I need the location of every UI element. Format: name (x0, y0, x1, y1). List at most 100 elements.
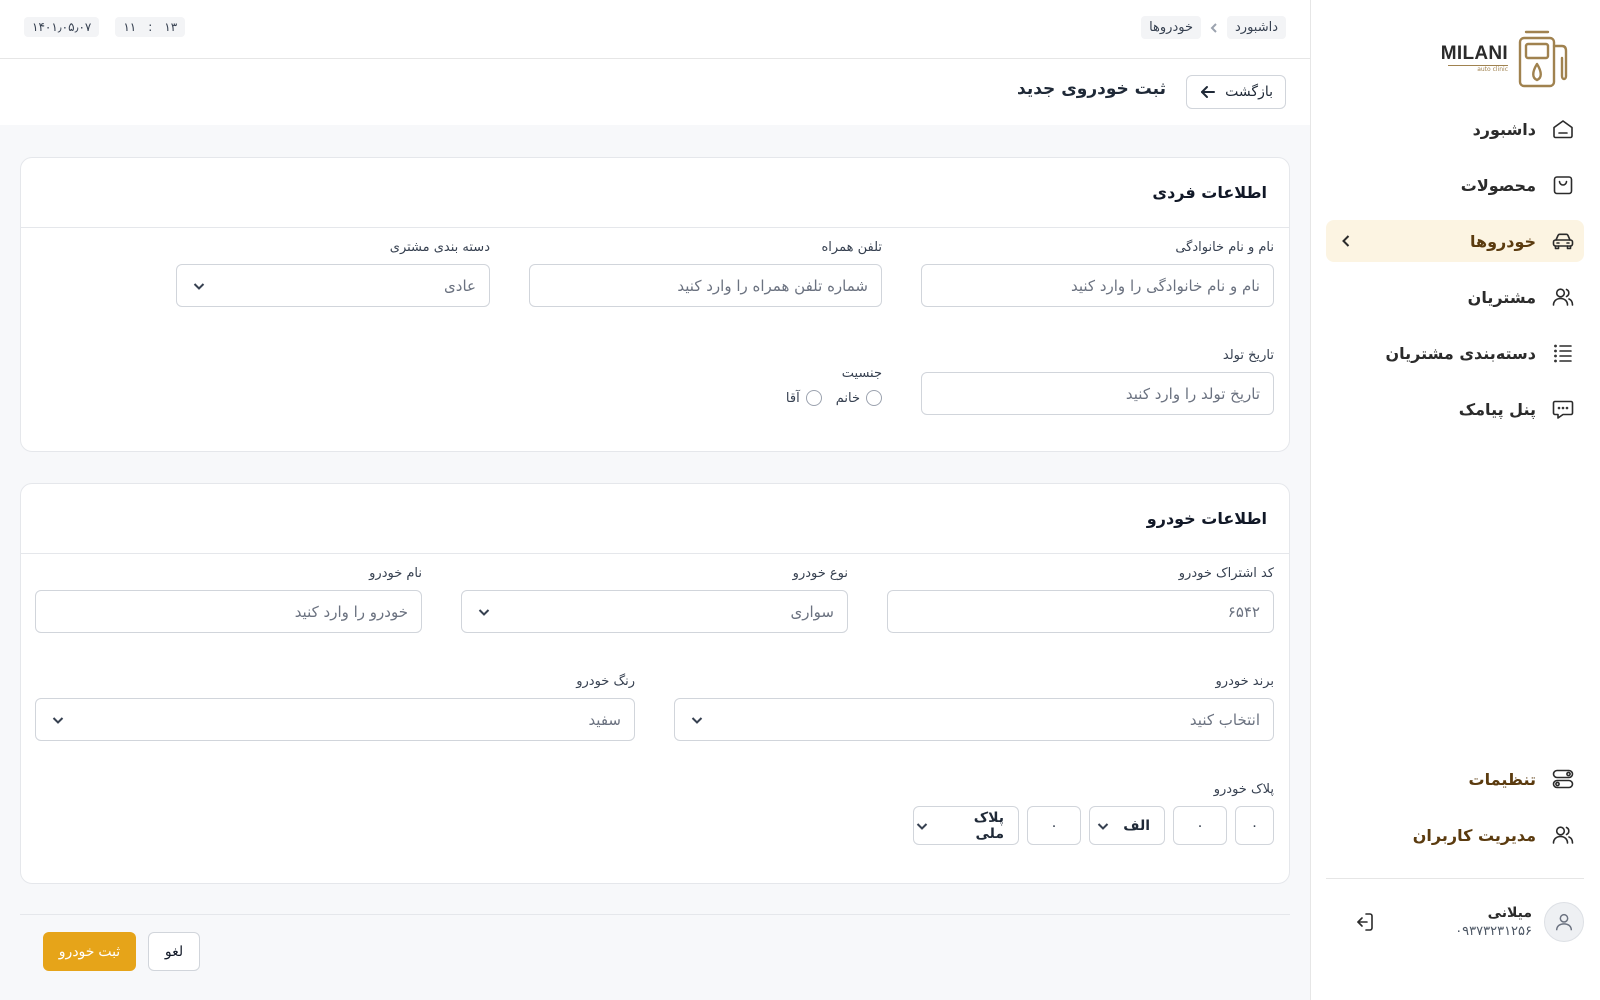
sidebar-item-label: مشتریان (1467, 287, 1536, 307)
gender-male-label: آقا (785, 390, 800, 406)
time-separator: : (148, 20, 153, 34)
plate-type-select[interactable]: پلاک ملی (913, 806, 1019, 845)
share-code-input[interactable]: ۶۵۴۲ (887, 590, 1274, 633)
chevron-down-icon (476, 604, 492, 620)
birth-date-label: تاریخ تولد (1222, 348, 1274, 363)
full-name-label: نام و نام خانوادگی (1175, 240, 1274, 255)
sidebar-item-user-management[interactable]: مدیریت کاربران (1326, 814, 1584, 856)
gender-female-radio[interactable]: خانم (836, 390, 882, 406)
plate-letter-select[interactable]: الف (1089, 806, 1165, 845)
chevron-down-icon (1095, 818, 1111, 834)
vehicle-type-value: سواری (790, 602, 834, 621)
plate-field: پلاک خودرو ۰ ۰ الف ۰ پلاک ملی (894, 782, 1274, 845)
vehicle-type-label: نوع خودرو (792, 566, 848, 581)
customer-category-label: دسته بندی مشتری (389, 240, 490, 255)
time-minute: ۱۱ (123, 20, 137, 34)
sidebar-item-label: تنظیمات (1468, 769, 1536, 789)
vehicle-info-title: اطلاعات خودرو (1146, 509, 1267, 528)
logout-icon[interactable] (1352, 910, 1376, 934)
list-icon (1550, 340, 1576, 366)
sidebar-item-settings[interactable]: تنظیمات (1326, 758, 1584, 800)
car-icon (1550, 228, 1576, 254)
users-icon (1550, 284, 1576, 310)
current-time: ۱۱ : ۱۳ (115, 17, 186, 37)
back-button[interactable]: بازگشت (1186, 75, 1286, 109)
radio-circle (805, 390, 822, 406)
phone-label: تلفن همراه (821, 240, 883, 255)
vehicle-name-input[interactable]: خودرو را وارد کنید (35, 590, 422, 633)
sidebar-item-label: محصولات (1460, 175, 1536, 195)
chevron-down-icon (50, 712, 66, 728)
home-icon (1550, 116, 1576, 142)
full-name-field: نام و نام خانوادگی نام و نام خانوادگی را… (921, 240, 1274, 307)
chevron-left-icon (1336, 231, 1356, 251)
brand-name: MILANI (1440, 43, 1508, 64)
avatar[interactable] (1544, 902, 1584, 942)
cancel-button[interactable]: لغو (148, 932, 200, 971)
sidebar-item-label: خودروها (1469, 231, 1536, 251)
phone-input[interactable]: شماره تلفن همراه را وارد کنید (529, 264, 882, 307)
radio-circle (866, 390, 882, 406)
full-name-input[interactable]: نام و نام خانوادگی را وارد کنید (921, 264, 1274, 307)
sidebar-bottom-nav: تنظیمات مدیریت کاربران (1326, 758, 1584, 870)
page-title: ثبت خودروی جدید (1017, 79, 1166, 99)
chevron-left-icon (1207, 21, 1221, 35)
time-hour: ۱۳ (164, 20, 178, 34)
vehicle-brand-value: انتخاب کنید (1189, 710, 1260, 729)
sidebar-item-label: دسته‌بندی مشتریان (1385, 343, 1536, 363)
clock: ۱۴۰۱٫۰۵٫۰۷ ۱۱ : ۱۳ (24, 17, 186, 37)
vehicle-color-label: رنگ خودرو (576, 674, 635, 689)
vehicle-info-card: اطلاعات خودرو کد اشتراک خودرو ۶۵۴۲ نوع خ… (20, 483, 1290, 884)
birth-date-input[interactable]: تاریخ تولد را وارد کنید (921, 372, 1274, 415)
page-header: بازگشت ثبت خودروی جدید (0, 59, 1310, 125)
footer-divider (20, 914, 1290, 915)
fuel-pump-logo-icon (1518, 30, 1568, 88)
breadcrumb-vehicles[interactable]: خودروها (1141, 16, 1201, 39)
plate-part3-input[interactable]: ۰ (1027, 806, 1081, 845)
sidebar-item-dashboard[interactable]: داشبورد (1326, 108, 1584, 150)
brand-logo[interactable]: MILANI auto clinic (1441, 28, 1570, 90)
vehicle-type-select[interactable]: سواری (461, 590, 848, 633)
user-icon (1555, 913, 1573, 931)
sidebar-item-products[interactable]: محصولات (1326, 164, 1584, 206)
sidebar-item-sms-panel[interactable]: پنل پیامک (1326, 388, 1584, 430)
vehicle-brand-select[interactable]: انتخاب کنید (674, 698, 1274, 741)
chevron-down-icon (914, 818, 930, 834)
brand-tagline: auto clinic (1448, 65, 1508, 74)
vehicle-name-label: نام خودرو (369, 566, 422, 581)
sidebar-item-customer-categories[interactable]: دسته‌بندی مشتریان (1326, 332, 1584, 374)
personal-info-title: اطلاعات فردی (1152, 183, 1267, 202)
settings-icon (1550, 766, 1576, 792)
chevron-down-icon (191, 278, 207, 294)
share-code-field: کد اشتراک خودرو ۶۵۴۲ (887, 566, 1274, 633)
vehicle-brand-label: برند خودرو (1215, 674, 1274, 689)
sidebar: MILANI auto clinic داشبورد محصولات خودرو… (1310, 0, 1600, 1000)
gender-male-radio[interactable]: آقا (786, 390, 822, 406)
user-profile: میلانی ۰۹۳۷۳۲۳۱۲۵۶ (1326, 892, 1584, 952)
sidebar-item-vehicles[interactable]: خودروها (1326, 220, 1584, 262)
shopping-bag-icon (1550, 172, 1576, 198)
birth-date-field: تاریخ تولد تاریخ تولد را وارد کنید (921, 348, 1274, 415)
vehicle-type-field: نوع خودرو سواری (461, 566, 848, 633)
user-phone: ۰۹۳۷۳۲۳۱۲۵۶ (1455, 924, 1532, 939)
gender-field: جنسیت خانم آقا (742, 366, 882, 406)
vehicle-color-select[interactable]: سفید (35, 698, 635, 741)
plate-part1-input[interactable]: ۰ (1235, 806, 1274, 845)
sidebar-item-customers[interactable]: مشتریان (1326, 276, 1584, 318)
main-content: داشبورد خودروها ۱۴۰۱٫۰۵٫۰۷ ۱۱ : ۱۳ بازگش… (0, 0, 1310, 1000)
current-date: ۱۴۰۱٫۰۵٫۰۷ (24, 17, 100, 37)
vehicle-color-value: سفید (588, 710, 621, 729)
sidebar-item-label: پنل پیامک (1458, 399, 1536, 419)
gender-radio-group: خانم آقا (742, 390, 882, 406)
topbar: داشبورد خودروها ۱۴۰۱٫۰۵٫۰۷ ۱۱ : ۱۳ (0, 0, 1310, 59)
customer-category-select[interactable]: عادی (176, 264, 490, 307)
gender-female-label: خانم (835, 390, 860, 406)
vehicle-color-field: رنگ خودرو سفید (35, 674, 635, 741)
plate-type-value: پلاک ملی (973, 809, 1004, 842)
submit-vehicle-button[interactable]: ثبت خودرو (43, 932, 136, 971)
share-code-label: کد اشتراک خودرو (1178, 566, 1274, 581)
plate-part2-input[interactable]: ۰ (1173, 806, 1227, 845)
sidebar-nav: داشبورد محصولات خودروها مشتریان (1326, 108, 1584, 444)
breadcrumb-dashboard[interactable]: داشبورد (1227, 16, 1286, 39)
plate-inputs: ۰ ۰ الف ۰ پلاک ملی (894, 806, 1274, 845)
